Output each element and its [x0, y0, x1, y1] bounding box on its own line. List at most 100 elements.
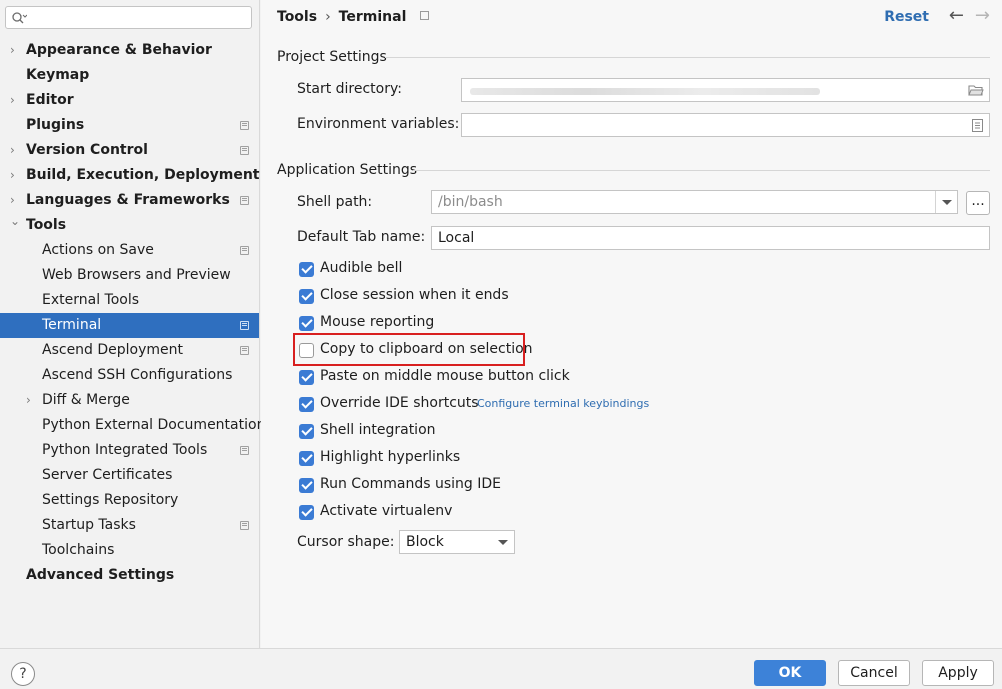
chevron-right-icon[interactable]: ›: [26, 388, 38, 413]
sidebar-item-ascend-deployment[interactable]: Ascend Deployment: [0, 338, 259, 363]
checkbox-label: Audible bell: [320, 260, 403, 276]
folder-icon[interactable]: [968, 84, 984, 97]
sidebar-item-keymap[interactable]: Keymap: [0, 63, 259, 88]
sidebar-item-appearance-behavior[interactable]: › Appearance & Behavior: [0, 38, 259, 63]
checkbox-checked-icon[interactable]: [299, 262, 314, 277]
sidebar-item-toolchains[interactable]: Toolchains: [0, 538, 259, 563]
sidebar-item-ascend-ssh-configurations[interactable]: Ascend SSH Configurations: [0, 363, 259, 388]
project-scope-icon: [240, 321, 249, 330]
project-scope-icon: [240, 521, 249, 530]
shell-path-combo[interactable]: /bin/bash: [431, 190, 958, 214]
project-scope-icon: [240, 121, 249, 130]
sidebar-item-label: Toolchains: [42, 542, 115, 558]
chevron-right-icon[interactable]: ›: [10, 88, 22, 113]
sidebar-item-version-control[interactable]: › Version Control: [0, 138, 259, 163]
cursor-shape-select[interactable]: Block: [399, 530, 515, 554]
arrow-left-icon[interactable]: ←: [949, 5, 964, 26]
chevron-down-icon[interactable]: [935, 191, 957, 213]
sidebar-item-label: Ascend Deployment: [42, 342, 184, 358]
sidebar-item-languages-frameworks[interactable]: › Languages & Frameworks: [0, 188, 259, 213]
breadcrumb-separator: ›: [325, 9, 331, 25]
sidebar-item-external-tools[interactable]: External Tools: [0, 288, 259, 313]
cancel-button[interactable]: Cancel: [838, 660, 910, 686]
sidebar-item-label: Languages & Frameworks: [26, 192, 230, 208]
sidebar-item-terminal[interactable]: Terminal: [0, 313, 259, 338]
sidebar-item-server-certificates[interactable]: Server Certificates: [0, 463, 259, 488]
sidebar-item-startup-tasks[interactable]: Startup Tasks: [0, 513, 259, 538]
default-tab-name-field[interactable]: Local: [431, 226, 990, 250]
checkbox-label: Mouse reporting: [320, 314, 435, 330]
project-scope-icon: [240, 196, 249, 205]
chevron-down-icon[interactable]: [492, 531, 514, 553]
sidebar-item-plugins[interactable]: Plugins: [0, 113, 259, 138]
application-settings-heading: Application Settings: [277, 162, 418, 178]
checkbox-label: Shell integration: [320, 422, 436, 438]
checkbox-checked-icon[interactable]: [299, 289, 314, 304]
checkbox-checked-icon[interactable]: [299, 316, 314, 331]
project-scope-icon: [240, 146, 249, 155]
apply-button[interactable]: Apply: [922, 660, 994, 686]
chevron-right-icon[interactable]: ›: [10, 163, 22, 188]
sidebar-item-settings-repository[interactable]: Settings Repository: [0, 488, 259, 513]
checkbox-checked-icon[interactable]: [299, 478, 314, 493]
sidebar-item-label: Advanced Settings: [26, 567, 175, 583]
sidebar-item-label: Web Browsers and Preview: [42, 267, 231, 283]
project-scope-icon: [240, 346, 249, 355]
reset-link[interactable]: Reset: [884, 9, 929, 25]
shell-path-label: Shell path:: [297, 194, 373, 210]
sidebar-item-label: Keymap: [26, 67, 90, 83]
start-directory-field[interactable]: [461, 78, 990, 102]
sidebar-item-label: Actions on Save: [42, 242, 154, 258]
sidebar-item-label: Terminal: [42, 317, 102, 333]
sidebar-item-label: Startup Tasks: [42, 517, 136, 533]
sidebar-item-label: Settings Repository: [42, 492, 179, 508]
sidebar-item-tools[interactable]: ⌄ Tools: [0, 213, 259, 238]
checkbox-checked-icon[interactable]: [299, 370, 314, 385]
sidebar-item-label: Editor: [26, 92, 74, 108]
project-settings-heading: Project Settings: [277, 49, 387, 65]
checkbox-label: Highlight hyperlinks: [320, 449, 461, 465]
ok-button[interactable]: OK: [754, 660, 826, 686]
checkbox-checked-icon[interactable]: [299, 451, 314, 466]
sidebar-item-build-execution-deployment[interactable]: › Build, Execution, Deployment: [0, 163, 260, 188]
sidebar-item-python-integrated-tools[interactable]: Python Integrated Tools: [0, 438, 259, 463]
sidebar-item-python-external-documentation[interactable]: Python External Documentation: [0, 413, 265, 438]
breadcrumb-current: Terminal: [338, 9, 407, 25]
sidebar-item-actions-on-save[interactable]: Actions on Save: [0, 238, 259, 263]
sidebar-item-label: Python External Documentation: [42, 417, 266, 433]
checkbox-checked-icon[interactable]: [299, 424, 314, 439]
checkbox-checked-icon[interactable]: [299, 397, 314, 412]
checkbox-checked-icon[interactable]: [299, 505, 314, 520]
sidebar-item-label: Python Integrated Tools: [42, 442, 208, 458]
sidebar-item-advanced-settings[interactable]: Advanced Settings: [0, 563, 259, 588]
help-button[interactable]: ?: [11, 662, 35, 686]
chevron-down-icon[interactable]: ⌄: [10, 209, 22, 234]
sidebar-item-label: Diff & Merge: [42, 392, 130, 408]
sidebar-item-web-browsers-and-preview[interactable]: Web Browsers and Preview: [0, 263, 259, 288]
sidebar-item-label: Build, Execution, Deployment: [26, 167, 260, 183]
checkbox-label: Close session when it ends: [320, 287, 509, 303]
sidebar-item-label: Plugins: [26, 117, 85, 133]
breadcrumb: Tools › Terminal: [277, 9, 430, 25]
browse-shell-button[interactable]: ...: [966, 191, 990, 215]
highlight-box: [293, 333, 525, 366]
chevron-right-icon[interactable]: ›: [10, 138, 22, 163]
checkbox-label: Paste on middle mouse button click: [320, 368, 570, 384]
breadcrumb-parent[interactable]: Tools: [277, 9, 317, 25]
sidebar-item-diff-merge[interactable]: › Diff & Merge: [0, 388, 259, 413]
sidebar-item-label: External Tools: [42, 292, 140, 308]
checkbox-label: Override IDE shortcuts: [320, 395, 479, 411]
settings-sidebar: › Appearance & Behavior Keymap › Editor Plugi…: [0, 0, 265, 648]
checkbox-label: Run Commands using IDE: [320, 476, 502, 492]
sidebar-item-editor[interactable]: › Editor: [0, 88, 259, 113]
arrow-right-icon[interactable]: →: [975, 5, 990, 26]
edit-env-icon[interactable]: [972, 119, 983, 132]
configure-keybindings-link[interactable]: Configure terminal keybindings: [477, 397, 649, 410]
project-scope-icon: [240, 446, 249, 455]
sidebar-item-label: Ascend SSH Configurations: [42, 367, 233, 383]
environment-variables-field[interactable]: [461, 113, 990, 137]
chevron-right-icon[interactable]: ›: [10, 38, 22, 63]
search-input[interactable]: [5, 6, 252, 29]
checkbox-label: Activate virtualenv: [320, 503, 453, 519]
terminal-settings-panel: Tools › Terminal Reset ← → Project Setting…: [261, 0, 1002, 648]
